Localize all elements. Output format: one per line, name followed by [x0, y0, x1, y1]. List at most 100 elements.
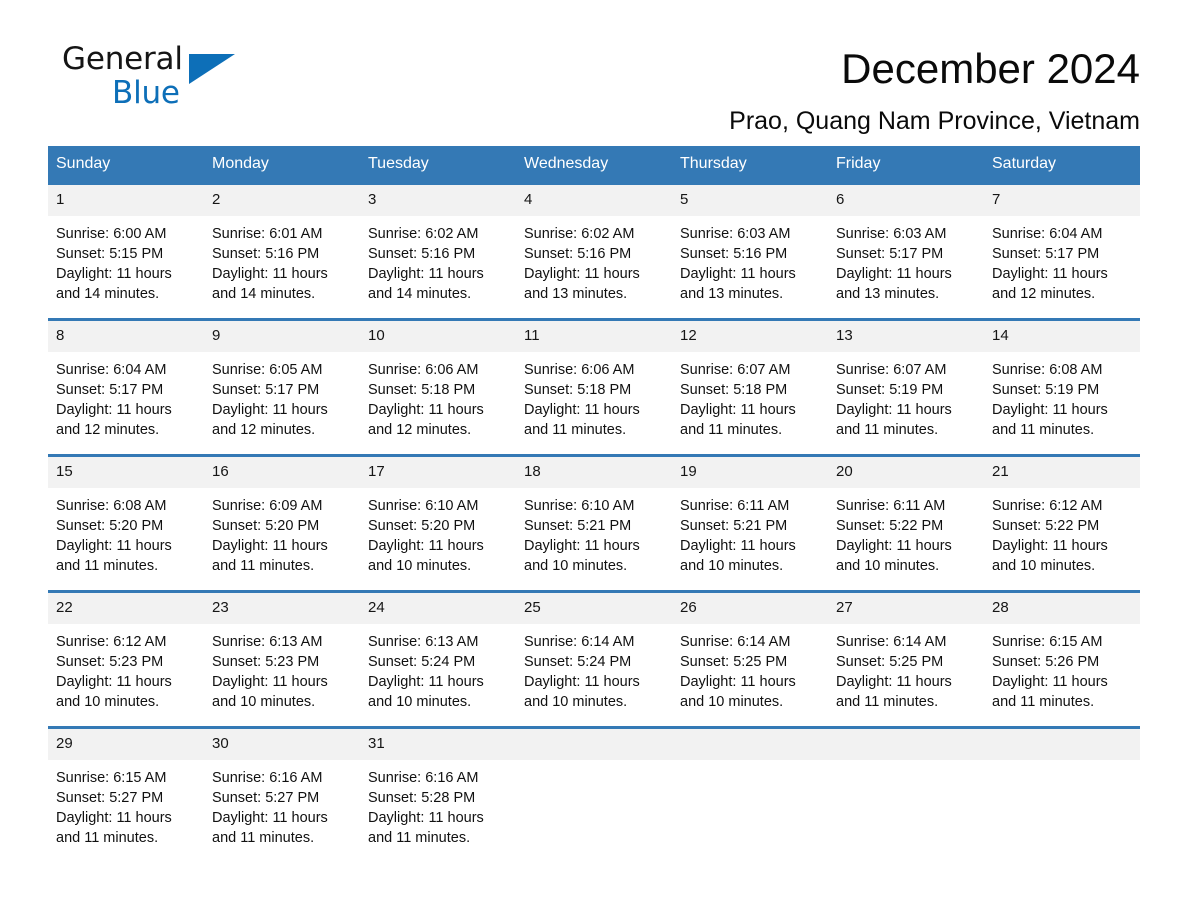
- daylight-text-line1: Daylight: 11 hours: [524, 402, 640, 418]
- daylight-text-line2: and 12 minutes.: [368, 422, 472, 438]
- daylight-text-line1: Daylight: 11 hours: [368, 538, 484, 554]
- daylight-text-line2: and 11 minutes.: [992, 422, 1095, 438]
- general-blue-logo[interactable]: General Blue: [48, 42, 278, 118]
- calendar-day-cell[interactable]: 12 Sunrise: 6:07 AM Sunset: 5:18 PM Dayligh…: [672, 318, 828, 456]
- sunset-text: Sunset: 5:21 PM: [680, 518, 788, 534]
- calendar-empty-cell: [828, 726, 984, 862]
- calendar-day-cell[interactable]: 3 Sunrise: 6:02 AM Sunset: 5:16 PM Daylight…: [360, 182, 516, 320]
- day-number: 30: [204, 729, 360, 760]
- daylight-text-line2: and 11 minutes.: [56, 830, 159, 846]
- calendar-day-cell[interactable]: 29 Sunrise: 6:15 AM Sunset: 5:27 PM Dayligh…: [48, 726, 204, 862]
- calendar-day-cell[interactable]: 16 Sunrise: 6:09 AM Sunset: 5:20 PM Dayligh…: [204, 454, 360, 592]
- weekday-header-wednesday: Wednesday: [516, 146, 672, 184]
- sunrise-text: Sunrise: 6:13 AM: [212, 634, 323, 650]
- calendar-day-cell[interactable]: 26 Sunrise: 6:14 AM Sunset: 5:25 PM Dayligh…: [672, 590, 828, 728]
- calendar-day-cell[interactable]: 21 Sunrise: 6:12 AM Sunset: 5:22 PM Dayligh…: [984, 454, 1140, 592]
- calendar-empty-cell: [984, 726, 1140, 862]
- day-number: 26: [672, 593, 828, 624]
- day-number: 24: [360, 593, 516, 624]
- sunset-text: Sunset: 5:23 PM: [212, 654, 320, 670]
- calendar-day-cell[interactable]: 2 Sunrise: 6:01 AM Sunset: 5:16 PM Daylight…: [204, 182, 360, 320]
- day-details: Sunrise: 6:06 AM Sunset: 5:18 PM Daylight:…: [516, 352, 672, 454]
- calendar-week-row: 29 Sunrise: 6:15 AM Sunset: 5:27 PM Dayligh…: [48, 726, 1140, 862]
- calendar-day-cell[interactable]: 15 Sunrise: 6:08 AM Sunset: 5:20 PM Dayligh…: [48, 454, 204, 592]
- calendar-day-cell[interactable]: 14 Sunrise: 6:08 AM Sunset: 5:19 PM Dayligh…: [984, 318, 1140, 456]
- sunrise-text: Sunrise: 6:08 AM: [992, 362, 1103, 378]
- sunset-text: Sunset: 5:18 PM: [680, 382, 788, 398]
- sunset-text: Sunset: 5:17 PM: [212, 382, 320, 398]
- calendar-day-cell[interactable]: 24 Sunrise: 6:13 AM Sunset: 5:24 PM Dayligh…: [360, 590, 516, 728]
- calendar-day-cell[interactable]: 10 Sunrise: 6:06 AM Sunset: 5:18 PM Dayligh…: [360, 318, 516, 456]
- sunrise-text: Sunrise: 6:03 AM: [836, 226, 947, 242]
- day-details: Sunrise: 6:04 AM Sunset: 5:17 PM Daylight:…: [984, 216, 1140, 318]
- calendar-day-cell[interactable]: 8 Sunrise: 6:04 AM Sunset: 5:17 PM Daylight…: [48, 318, 204, 456]
- daylight-text-line1: Daylight: 11 hours: [56, 402, 172, 418]
- sunset-text: Sunset: 5:22 PM: [836, 518, 944, 534]
- sunset-text: Sunset: 5:20 PM: [212, 518, 320, 534]
- day-details-empty: [984, 760, 1140, 855]
- day-details: Sunrise: 6:10 AM Sunset: 5:21 PM Daylight:…: [516, 488, 672, 590]
- daylight-text-line1: Daylight: 11 hours: [992, 538, 1108, 554]
- page-header: General Blue December 2024 Prao, Quang N…: [48, 0, 1140, 135]
- weekday-header-tuesday: Tuesday: [360, 146, 516, 184]
- calendar-day-cell[interactable]: 19 Sunrise: 6:11 AM Sunset: 5:21 PM Dayligh…: [672, 454, 828, 592]
- calendar-day-cell[interactable]: 6 Sunrise: 6:03 AM Sunset: 5:17 PM Daylight…: [828, 182, 984, 320]
- day-number: 16: [204, 457, 360, 488]
- calendar-day-cell[interactable]: 17 Sunrise: 6:10 AM Sunset: 5:20 PM Dayligh…: [360, 454, 516, 592]
- sunset-text: Sunset: 5:25 PM: [836, 654, 944, 670]
- calendar-day-cell[interactable]: 23 Sunrise: 6:13 AM Sunset: 5:23 PM Dayligh…: [204, 590, 360, 728]
- day-details: Sunrise: 6:06 AM Sunset: 5:18 PM Daylight:…: [360, 352, 516, 454]
- day-number: 1: [48, 185, 204, 216]
- daylight-text-line1: Daylight: 11 hours: [836, 402, 952, 418]
- calendar-day-cell[interactable]: 25 Sunrise: 6:14 AM Sunset: 5:24 PM Dayligh…: [516, 590, 672, 728]
- calendar-day-cell[interactable]: 5 Sunrise: 6:03 AM Sunset: 5:16 PM Daylight…: [672, 182, 828, 320]
- calendar-day-cell[interactable]: 30 Sunrise: 6:16 AM Sunset: 5:27 PM Dayligh…: [204, 726, 360, 862]
- calendar-day-cell[interactable]: 4 Sunrise: 6:02 AM Sunset: 5:16 PM Daylight…: [516, 182, 672, 320]
- calendar-day-cell[interactable]: 28 Sunrise: 6:15 AM Sunset: 5:26 PM Dayligh…: [984, 590, 1140, 728]
- calendar-day-cell[interactable]: 22 Sunrise: 6:12 AM Sunset: 5:23 PM Dayligh…: [48, 590, 204, 728]
- calendar-day-cell[interactable]: 31 Sunrise: 6:16 AM Sunset: 5:28 PM Dayligh…: [360, 726, 516, 862]
- day-details: Sunrise: 6:04 AM Sunset: 5:17 PM Daylight:…: [48, 352, 204, 454]
- calendar-day-cell[interactable]: 20 Sunrise: 6:11 AM Sunset: 5:22 PM Dayligh…: [828, 454, 984, 592]
- daylight-text-line2: and 10 minutes.: [368, 694, 472, 710]
- sunrise-text: Sunrise: 6:13 AM: [368, 634, 479, 650]
- daylight-text-line1: Daylight: 11 hours: [992, 674, 1108, 690]
- day-details: Sunrise: 6:15 AM Sunset: 5:26 PM Daylight:…: [984, 624, 1140, 726]
- sunset-text: Sunset: 5:28 PM: [368, 790, 476, 806]
- calendar-day-cell[interactable]: 9 Sunrise: 6:05 AM Sunset: 5:17 PM Daylight…: [204, 318, 360, 456]
- daylight-text-line1: Daylight: 11 hours: [56, 674, 172, 690]
- day-details: Sunrise: 6:15 AM Sunset: 5:27 PM Daylight:…: [48, 760, 204, 862]
- calendar-day-cell[interactable]: 18 Sunrise: 6:10 AM Sunset: 5:21 PM Dayligh…: [516, 454, 672, 592]
- sunset-text: Sunset: 5:21 PM: [524, 518, 632, 534]
- calendar-day-cell[interactable]: 1 Sunrise: 6:00 AM Sunset: 5:15 PM Daylight…: [48, 182, 204, 320]
- day-number: 19: [672, 457, 828, 488]
- daylight-text-line2: and 11 minutes.: [524, 422, 627, 438]
- daylight-text-line1: Daylight: 11 hours: [368, 266, 484, 282]
- day-details: Sunrise: 6:11 AM Sunset: 5:21 PM Daylight:…: [672, 488, 828, 590]
- sunset-text: Sunset: 5:16 PM: [524, 246, 632, 262]
- daylight-text-line1: Daylight: 11 hours: [992, 266, 1108, 282]
- day-details: Sunrise: 6:16 AM Sunset: 5:28 PM Daylight:…: [360, 760, 516, 862]
- calendar-day-cell[interactable]: 13 Sunrise: 6:07 AM Sunset: 5:19 PM Dayligh…: [828, 318, 984, 456]
- day-number: 4: [516, 185, 672, 216]
- sunrise-text: Sunrise: 6:01 AM: [212, 226, 323, 242]
- daylight-text-line2: and 11 minutes.: [56, 558, 159, 574]
- triangle-flag-icon: [189, 54, 235, 84]
- sunrise-text: Sunrise: 6:12 AM: [992, 498, 1103, 514]
- calendar-page: General Blue December 2024 Prao, Quang N…: [0, 0, 1188, 918]
- daylight-text-line2: and 13 minutes.: [836, 286, 940, 302]
- daylight-text-line1: Daylight: 11 hours: [680, 402, 796, 418]
- sunrise-text: Sunrise: 6:04 AM: [56, 362, 167, 378]
- day-number: 28: [984, 593, 1140, 624]
- sunrise-text: Sunrise: 6:03 AM: [680, 226, 791, 242]
- calendar-day-cell[interactable]: 7 Sunrise: 6:04 AM Sunset: 5:17 PM Daylight…: [984, 182, 1140, 320]
- weekday-header-thursday: Thursday: [672, 146, 828, 184]
- day-details: Sunrise: 6:07 AM Sunset: 5:18 PM Daylight:…: [672, 352, 828, 454]
- daylight-text-line1: Daylight: 11 hours: [836, 266, 952, 282]
- daylight-text-line2: and 14 minutes.: [368, 286, 472, 302]
- sunrise-text: Sunrise: 6:02 AM: [524, 226, 635, 242]
- calendar-day-cell[interactable]: 27 Sunrise: 6:14 AM Sunset: 5:25 PM Dayligh…: [828, 590, 984, 728]
- calendar-day-cell[interactable]: 11 Sunrise: 6:06 AM Sunset: 5:18 PM Dayligh…: [516, 318, 672, 456]
- sunrise-text: Sunrise: 6:15 AM: [992, 634, 1103, 650]
- day-details: Sunrise: 6:13 AM Sunset: 5:23 PM Daylight:…: [204, 624, 360, 726]
